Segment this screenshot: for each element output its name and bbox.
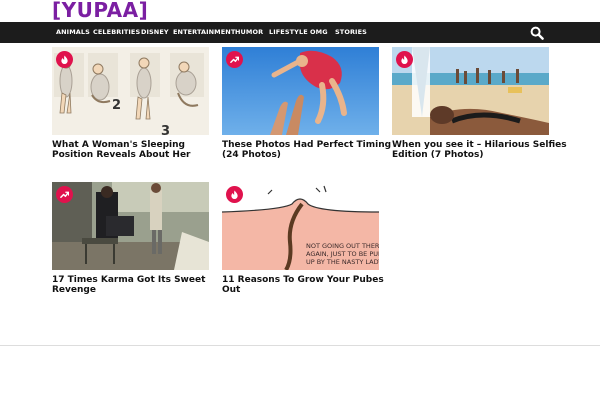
- flame-badge: [396, 51, 413, 68]
- thumb-number: 2: [112, 98, 121, 113]
- nav-item-humor[interactable]: HUMOR: [235, 22, 263, 43]
- thumb-caption: NOT GOING OUT THERE AGAIN, JUST TO BE PU…: [306, 242, 379, 266]
- nav-item-disney[interactable]: DISNEY: [141, 22, 169, 43]
- article-title[interactable]: These Photos Had Perfect Timing (24 Phot…: [222, 140, 397, 160]
- search-icon[interactable]: [530, 26, 544, 40]
- article-title[interactable]: 17 Times Karma Got Its Sweet Revenge: [52, 275, 227, 295]
- nav-item-entertainment[interactable]: ENTERTAINMENT: [173, 22, 235, 43]
- article-thumbnail[interactable]: [222, 47, 379, 135]
- article-thumbnail[interactable]: NOT GOING OUT THERE AGAIN, JUST TO BE PU…: [222, 182, 379, 270]
- article-thumbnail[interactable]: [392, 47, 549, 135]
- flame-badge: [56, 51, 73, 68]
- nav-item-stories[interactable]: STORIES: [335, 22, 367, 43]
- header: [YUPAA]: [0, 0, 600, 22]
- nav-item-lifestyle[interactable]: LIFESTYLE: [269, 22, 308, 43]
- article-title[interactable]: What A Woman's Sleeping Position Reveals…: [52, 140, 227, 160]
- footer-divider: [0, 345, 600, 346]
- article-thumbnail[interactable]: [52, 182, 209, 270]
- nav-item-animals[interactable]: ANIMALS: [56, 22, 90, 43]
- article-thumbnail[interactable]: 2 3: [52, 47, 209, 135]
- thumb-number: 3: [161, 124, 170, 135]
- flame-icon: [401, 55, 408, 64]
- article-title[interactable]: 11 Reasons To Grow Your Pubes Out: [222, 275, 397, 295]
- article-title[interactable]: When you see it – Hilarious Selfies Edit…: [392, 140, 567, 160]
- trending-icon: [230, 56, 239, 63]
- flame-icon: [231, 190, 238, 199]
- flame-icon: [61, 55, 68, 64]
- nav-item-celebrities[interactable]: CELEBRITIES: [93, 22, 140, 43]
- trending-icon: [60, 191, 69, 198]
- flame-badge: [226, 186, 243, 203]
- site-logo[interactable]: [YUPAA]: [52, 0, 148, 22]
- trending-badge: [226, 51, 243, 68]
- nav-item-omg[interactable]: OMG: [310, 22, 328, 43]
- trending-badge: [56, 186, 73, 203]
- main-nav: ANIMALS CELEBRITIES DISNEY ENTERTAINMENT…: [0, 22, 600, 43]
